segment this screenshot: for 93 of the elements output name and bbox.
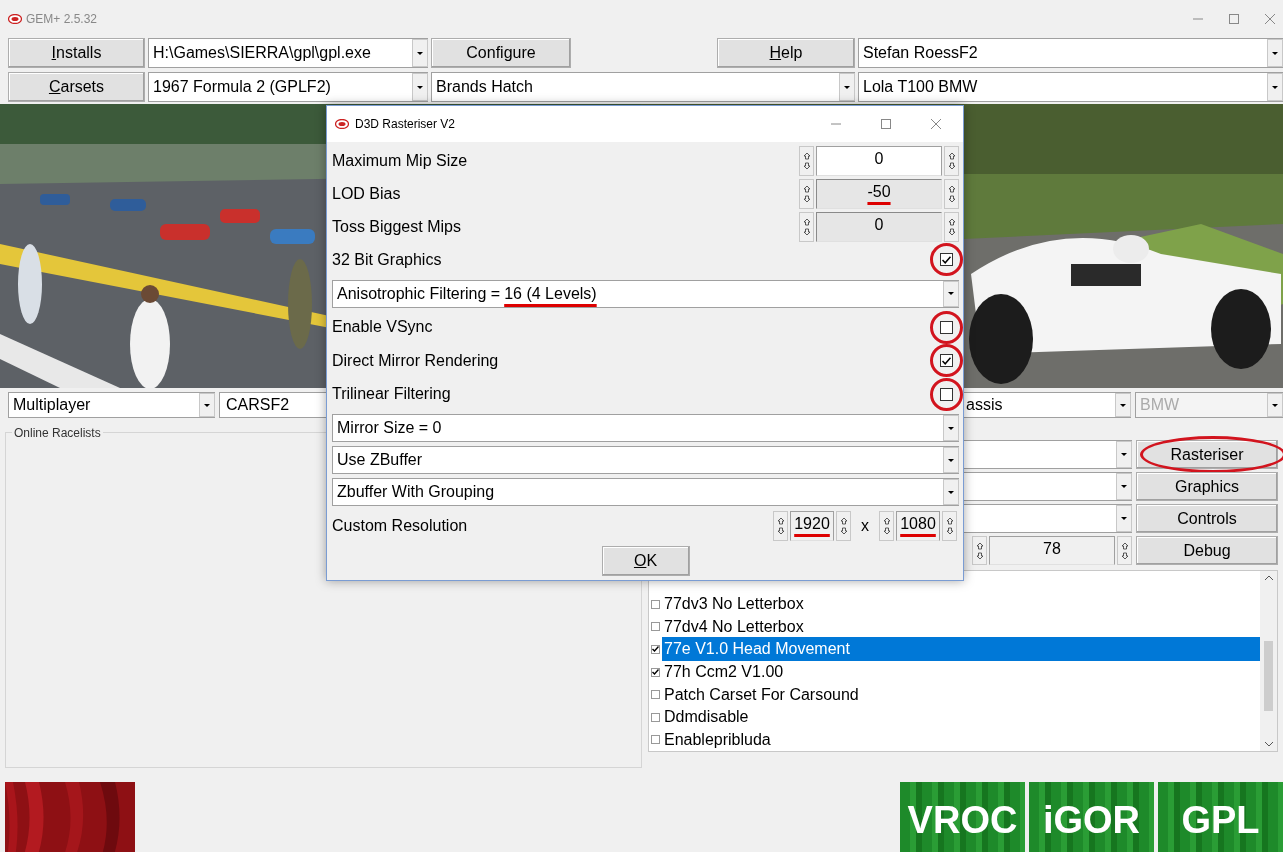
- launch-button[interactable]: GPL: [1158, 782, 1283, 852]
- caret-icon: [1120, 484, 1128, 489]
- spin-buttons[interactable]: [836, 510, 851, 541]
- checkbox[interactable]: [651, 667, 660, 677]
- maximize-icon[interactable]: [881, 119, 891, 129]
- checkbox-label: Direct Mirror Rendering: [332, 350, 499, 371]
- button[interactable]: Debug: [1136, 536, 1278, 565]
- checkbox[interactable]: [651, 712, 660, 722]
- button[interactable]: Installs: [8, 38, 145, 68]
- spin-buttons[interactable]: [944, 178, 959, 209]
- button[interactable]: Graphics: [1136, 472, 1278, 501]
- list-item[interactable]: 77dv3 No Letterbox: [662, 592, 806, 617]
- number-field[interactable]: 0: [816, 145, 942, 176]
- spin-buttons[interactable]: [944, 211, 959, 242]
- launch-button[interactable]: iGOR: [1029, 782, 1154, 852]
- dropdown[interactable]: Use ZBuffer: [332, 446, 959, 474]
- separator-text: x: [860, 515, 870, 536]
- list-item[interactable]: 77h Ccm2 V1.00: [662, 660, 786, 685]
- caret-icon: [1271, 50, 1279, 56]
- button[interactable]: Rasteriser: [1136, 440, 1278, 469]
- caret-icon: [1120, 452, 1128, 457]
- checkbox-label: Trilinear Filtering: [332, 384, 451, 405]
- checkbox[interactable]: [651, 622, 660, 632]
- caret-icon: [947, 457, 955, 463]
- checkbox[interactable]: [651, 735, 660, 745]
- checkbox-label: Enable VSync: [332, 317, 433, 338]
- spin-buttons[interactable]: [799, 178, 814, 209]
- button[interactable]: Help: [717, 38, 855, 68]
- close-icon[interactable]: [1265, 14, 1275, 24]
- caret-icon: [1271, 84, 1279, 90]
- dropdown[interactable]: Mirror Size = 0: [332, 414, 959, 442]
- dropdown[interactable]: Anisotrophic Filtering = 16 (4 Levels): [332, 279, 959, 308]
- button[interactable]: Configure: [431, 38, 571, 68]
- caret-icon: [947, 291, 955, 296]
- scroll-up-icon[interactable]: [1263, 575, 1274, 581]
- checkbox[interactable]: [651, 690, 660, 700]
- checkbox[interactable]: [651, 599, 660, 609]
- number-field[interactable]: 1080: [896, 510, 940, 541]
- dropdown[interactable]: Brands Hatch: [431, 72, 855, 102]
- dropdown[interactable]: assis: [961, 392, 1131, 418]
- caret-icon: [1119, 402, 1127, 408]
- field-label: Custom Resolution: [332, 515, 468, 536]
- scroll-thumb[interactable]: [1264, 641, 1273, 711]
- scrollbar[interactable]: [1260, 571, 1277, 751]
- caret-icon: [203, 402, 211, 408]
- number-field[interactable]: 1920: [790, 510, 834, 541]
- dialog-title: D3D Rasteriser V2: [355, 116, 456, 133]
- caret-icon: [947, 425, 955, 431]
- spin-buttons[interactable]: [773, 510, 788, 541]
- dropdown[interactable]: 1967 Formula 2 (GPLF2): [148, 72, 428, 102]
- app-icon: [335, 119, 349, 129]
- caret-icon: [416, 84, 424, 90]
- caret-icon: [416, 50, 424, 56]
- dropdown[interactable]: H:\Games\SIERRA\gpl\gpl.exe: [148, 38, 428, 68]
- spin-buttons[interactable]: [799, 211, 814, 242]
- spin-buttons[interactable]: [879, 510, 894, 541]
- scroll-down-icon[interactable]: [1263, 741, 1274, 747]
- checkbox[interactable]: [651, 645, 660, 654]
- spin-buttons[interactable]: [972, 536, 987, 565]
- field-label: LOD Bias: [332, 183, 401, 204]
- spin-buttons[interactable]: [1117, 536, 1132, 565]
- dropdown[interactable]: Stefan RoessF2: [858, 38, 1283, 68]
- button[interactable]: Carsets: [8, 72, 145, 102]
- dropdown[interactable]: Zbuffer With Grouping: [332, 478, 959, 506]
- checkbox[interactable]: [940, 354, 953, 368]
- checkbox[interactable]: [940, 387, 953, 401]
- spin-buttons[interactable]: [942, 510, 957, 541]
- app-icon: [8, 14, 22, 24]
- checkbox[interactable]: [940, 253, 953, 267]
- ok-button[interactable]: OK: [601, 546, 690, 576]
- caret-icon: [1120, 516, 1128, 521]
- window-title: GEM+ 2.5.32: [26, 11, 98, 28]
- dropdown[interactable]: Multiplayer: [8, 392, 215, 418]
- dropdown[interactable]: Lola T100 BMW: [858, 72, 1283, 102]
- caret-icon: [843, 84, 851, 90]
- caret-icon: [1271, 402, 1279, 408]
- list-item[interactable]: Ddmdisable: [662, 705, 751, 730]
- spin-buttons[interactable]: [799, 145, 814, 176]
- checkbox[interactable]: [940, 320, 953, 334]
- list-item[interactable]: 77dv4 No Letterbox: [662, 614, 806, 639]
- spin-buttons[interactable]: [944, 145, 959, 176]
- caret-icon: [947, 489, 955, 495]
- number-field[interactable]: 78: [989, 536, 1115, 565]
- field-label: Toss Biggest Mips: [332, 216, 461, 237]
- list-item[interactable]: Patch Carset For Carsound: [662, 682, 861, 707]
- button[interactable]: Controls: [1136, 504, 1278, 533]
- close-icon[interactable]: [931, 119, 941, 129]
- list-item[interactable]: 77e V1.0 Head Movement: [662, 637, 1260, 662]
- list-item[interactable]: Enablepribluda: [662, 727, 773, 752]
- maximize-icon[interactable]: [1229, 14, 1239, 24]
- field-label: Maximum Mip Size: [332, 150, 468, 171]
- launch-button[interactable]: VROC: [900, 782, 1025, 852]
- checkbox-label: 32 Bit Graphics: [332, 249, 442, 270]
